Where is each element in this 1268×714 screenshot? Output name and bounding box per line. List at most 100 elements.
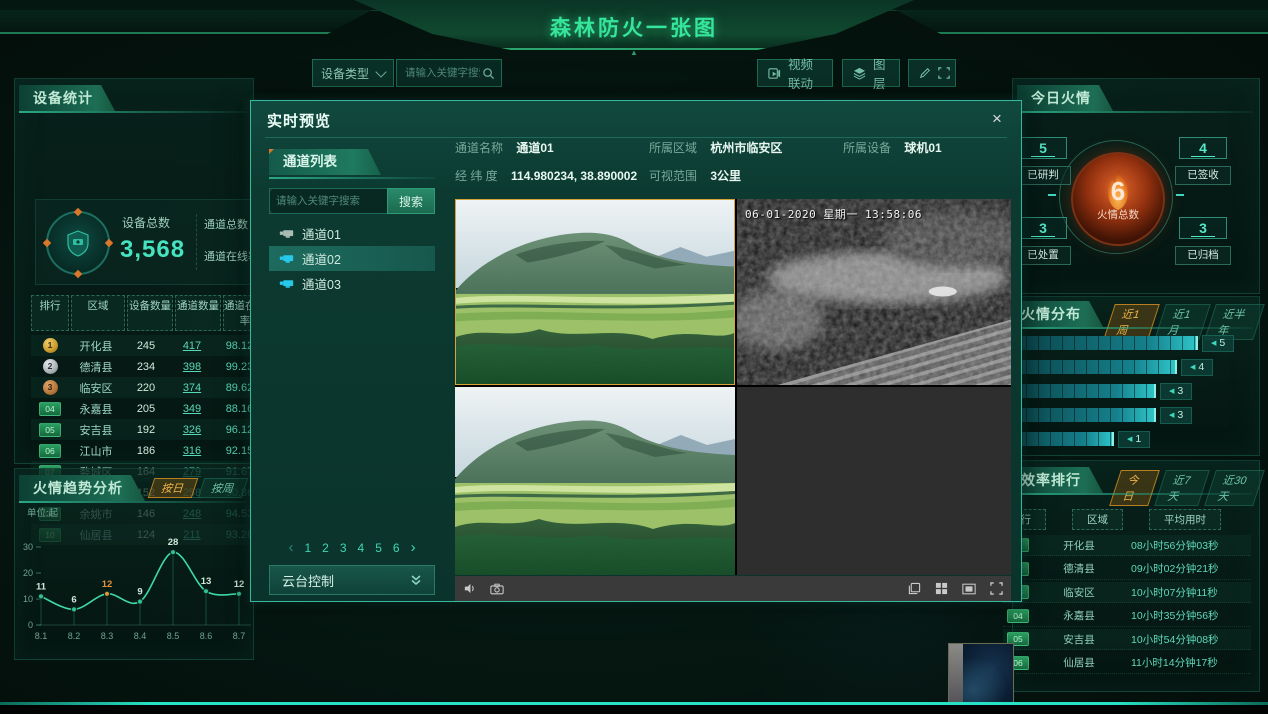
prev-page-icon[interactable]: ‹ bbox=[288, 539, 293, 556]
bar-value: 3 bbox=[1177, 385, 1183, 397]
region-cell: 开化县 bbox=[69, 338, 123, 354]
video-cell-empty[interactable] bbox=[737, 387, 1011, 575]
page-title: 森林防火一张图 bbox=[0, 12, 1268, 42]
channels-link[interactable]: 398 bbox=[169, 361, 215, 373]
search-icon[interactable] bbox=[482, 67, 495, 80]
trend-line-chart: 01020308.18.28.38.48.58.68.7116129281312 bbox=[15, 519, 255, 651]
channel-search-input[interactable] bbox=[269, 188, 387, 214]
video-linkage-button[interactable]: 视频联动 bbox=[757, 59, 833, 87]
pencil-icon[interactable] bbox=[919, 67, 931, 79]
svg-text:8.2: 8.2 bbox=[68, 631, 81, 641]
efficiency-tab-2[interactable]: 近30天 bbox=[1204, 470, 1264, 506]
snapshot-camera-icon[interactable] bbox=[490, 583, 504, 595]
table-row[interactable]: 05安吉县19232696.12% bbox=[31, 419, 267, 440]
channel-search: 搜索 bbox=[269, 188, 435, 214]
page-number[interactable]: 2 bbox=[322, 541, 329, 555]
efficiency-row[interactable]: 06仙居县11小时14分钟17秒 bbox=[1003, 653, 1251, 674]
draw-fullscreen-group bbox=[908, 59, 956, 87]
region-cell: 仙居县 bbox=[1033, 655, 1125, 670]
rank-cell: 05 bbox=[31, 423, 69, 437]
table-row[interactable]: 2德清县23439899.23% bbox=[31, 356, 267, 377]
layers-button[interactable]: 图层 bbox=[842, 59, 900, 87]
rank-cell: 06 bbox=[31, 444, 69, 458]
efficiency-tab-0[interactable]: 今日 bbox=[1109, 470, 1160, 506]
rank-badge: 04 bbox=[39, 402, 61, 416]
top-header: 森林防火一张图 ▲ bbox=[0, 0, 1268, 54]
efficiency-row[interactable]: 04永嘉县10小时35分钟56秒 bbox=[1003, 606, 1251, 627]
efficiency-row[interactable]: 02德清县09小时02分钟21秒 bbox=[1003, 559, 1251, 580]
table-row[interactable]: 06江山市18631692.15% bbox=[31, 440, 267, 461]
rank-cell: 04 bbox=[31, 402, 69, 416]
video-linkage-icon bbox=[768, 67, 781, 80]
speaker-icon[interactable] bbox=[463, 582, 476, 595]
efficiency-row[interactable]: 01开化县08小时56分钟03秒 bbox=[1003, 535, 1251, 556]
channel-item[interactable]: 通道03 bbox=[269, 271, 435, 296]
rank-badge: 05 bbox=[39, 423, 61, 437]
avg-time-cell: 08小时56分钟03秒 bbox=[1125, 538, 1251, 553]
svg-text:8.1: 8.1 bbox=[35, 631, 48, 641]
video-cell-selected[interactable] bbox=[455, 199, 735, 385]
map-search-box[interactable] bbox=[396, 59, 502, 87]
today-fire-panel: 今日火情 6 火情总数 5已研判4已签收3已处置3已归档 bbox=[1012, 78, 1260, 294]
fullscreen-icon[interactable] bbox=[938, 67, 950, 79]
channels-link[interactable]: 374 bbox=[169, 382, 215, 394]
rank-cell: 2 bbox=[31, 359, 69, 374]
svg-text:28: 28 bbox=[168, 537, 179, 548]
search-button[interactable]: 搜索 bbox=[387, 188, 435, 214]
distribution-bar bbox=[1003, 360, 1177, 374]
video-cell-thermal[interactable]: 06-01-2020 星期一 13:58:06 bbox=[737, 199, 1011, 385]
trend-tab-0[interactable]: 按日 bbox=[148, 478, 198, 498]
svg-text:8.3: 8.3 bbox=[101, 631, 114, 641]
medal-icon: 2 bbox=[43, 359, 58, 374]
device-type-select[interactable]: 设备类型 bbox=[312, 59, 394, 87]
device-total-label: 设备总数 bbox=[122, 214, 170, 231]
single-view-icon[interactable] bbox=[962, 583, 976, 595]
left-arrow-icon: ◀ bbox=[1169, 384, 1174, 399]
close-all-icon[interactable] bbox=[908, 582, 921, 595]
next-page-icon[interactable]: › bbox=[411, 539, 416, 556]
header-notch-icon: ▲ bbox=[628, 50, 640, 56]
avg-time-cell: 10小时07分钟11秒 bbox=[1125, 585, 1251, 600]
channels-link[interactable]: 326 bbox=[169, 424, 215, 436]
page-number[interactable]: 5 bbox=[375, 541, 382, 555]
forest-fire-dashboard: 森林防火一张图 ▲ 设备类型 视频联动 图层 设备统计 bbox=[0, 0, 1268, 714]
video-cell-landscape-2[interactable] bbox=[455, 387, 735, 575]
page-number[interactable]: 6 bbox=[393, 541, 400, 555]
devices-cell: 234 bbox=[123, 361, 169, 373]
svg-text:8.4: 8.4 bbox=[134, 631, 147, 641]
svg-text:8.7: 8.7 bbox=[233, 631, 246, 641]
page-number[interactable]: 1 bbox=[304, 541, 311, 555]
efficiency-tab-1[interactable]: 近7天 bbox=[1154, 470, 1210, 506]
svg-text:10: 10 bbox=[23, 594, 33, 604]
channels-link[interactable]: 417 bbox=[169, 340, 215, 352]
bar-value-chip: ◀3 bbox=[1160, 383, 1192, 400]
column-header: 排行 bbox=[31, 295, 69, 331]
page-number[interactable]: 4 bbox=[358, 541, 365, 555]
range-label: 可视范围 bbox=[649, 169, 697, 183]
table-row[interactable]: 1开化县24541798.12% bbox=[31, 335, 267, 356]
map-search-input[interactable] bbox=[403, 66, 482, 80]
channel-item[interactable]: 通道01 bbox=[269, 221, 435, 246]
column-header: 通道数量 bbox=[175, 295, 221, 331]
table-row[interactable]: 04永嘉县20534988.16% bbox=[31, 398, 267, 419]
efficiency-row[interactable]: 03临安区10小时07分钟11秒 bbox=[1003, 582, 1251, 603]
fire-stat-label: 已签收 bbox=[1175, 166, 1231, 185]
svg-text:20: 20 bbox=[23, 568, 33, 578]
close-icon[interactable]: × bbox=[987, 109, 1007, 129]
channels-link[interactable]: 349 bbox=[169, 403, 215, 415]
channel-item[interactable]: 通道02 bbox=[269, 246, 435, 271]
channels-link[interactable]: 316 bbox=[169, 445, 215, 457]
table-row[interactable]: 3临安区22037489.62% bbox=[31, 377, 267, 398]
rank-badge: 04 bbox=[1007, 609, 1029, 623]
grid-view-icon[interactable] bbox=[935, 582, 948, 595]
trend-tab-1[interactable]: 按周 bbox=[198, 478, 248, 498]
channel-total-label: 通道总数 bbox=[204, 216, 248, 232]
efficiency-row[interactable]: 05安吉县10小时54分钟08秒 bbox=[1003, 629, 1251, 650]
video-fullscreen-icon[interactable] bbox=[990, 582, 1003, 595]
minimap-thumbnail[interactable] bbox=[948, 643, 1014, 703]
page-number[interactable]: 3 bbox=[340, 541, 347, 555]
fire-stat-label: 已处置 bbox=[1015, 246, 1071, 265]
efficiency-header-row: 排行 区域 平均用时 bbox=[995, 509, 1221, 530]
gauge-tick-icon bbox=[43, 239, 51, 247]
ptz-control-bar[interactable]: 云台控制 bbox=[269, 565, 435, 595]
